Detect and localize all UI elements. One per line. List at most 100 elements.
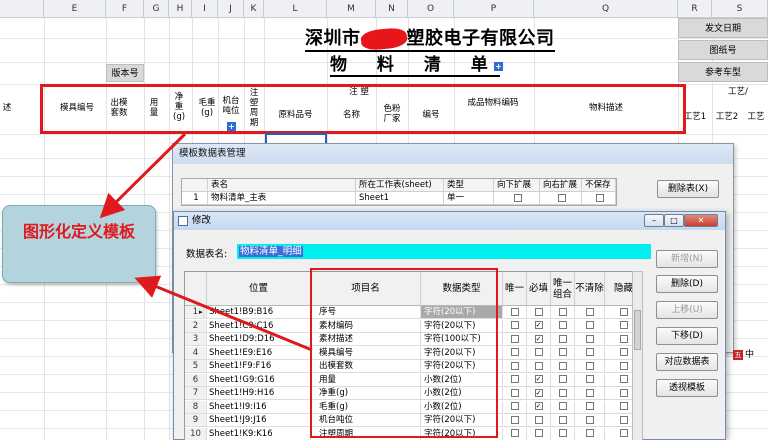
row-checkbox[interactable] bbox=[585, 307, 594, 316]
column-header-m[interactable]: M bbox=[327, 0, 376, 18]
col-no-clear[interactable]: 不清除 bbox=[575, 272, 605, 306]
row-checkbox[interactable] bbox=[510, 375, 519, 383]
row-checkbox[interactable] bbox=[510, 334, 519, 343]
row-checkbox[interactable] bbox=[558, 375, 567, 383]
row-checkbox[interactable] bbox=[619, 375, 628, 383]
row-checkbox[interactable] bbox=[619, 348, 628, 356]
col-required[interactable]: 必填 bbox=[527, 272, 551, 306]
row-checkbox[interactable] bbox=[585, 375, 594, 383]
row-checkbox[interactable] bbox=[534, 361, 543, 370]
row-checkbox[interactable] bbox=[558, 348, 567, 356]
grid-scrollbar[interactable] bbox=[632, 271, 643, 440]
row-checkbox[interactable] bbox=[558, 361, 567, 370]
row-checkbox[interactable] bbox=[585, 361, 594, 370]
column-header-r[interactable]: R bbox=[678, 0, 712, 18]
row-checkbox[interactable] bbox=[585, 348, 594, 356]
row-checkbox[interactable] bbox=[619, 361, 628, 370]
column-header-l[interactable]: L bbox=[264, 0, 327, 18]
col-table-name[interactable]: 表名 bbox=[208, 179, 356, 191]
row-checkbox[interactable] bbox=[585, 321, 594, 329]
row-checkbox[interactable] bbox=[558, 415, 567, 424]
row-checkbox[interactable] bbox=[534, 307, 543, 316]
table-row[interactable]: 1 物料清单_主表 Sheet1 单一 bbox=[182, 192, 616, 205]
row-checkbox[interactable]: ✓ bbox=[534, 375, 543, 383]
template-window-title[interactable]: 模板数据表管理 bbox=[173, 144, 733, 164]
row-checkbox[interactable]: ✓ bbox=[534, 402, 543, 410]
col-expand-down[interactable]: 向下扩展 bbox=[494, 179, 540, 191]
column-header-p[interactable]: P bbox=[454, 0, 534, 18]
edit-window-titlebar[interactable]: 修改 – □ ✕ bbox=[174, 212, 725, 230]
col-sheet[interactable]: 所在工作表(sheet) bbox=[356, 179, 444, 191]
row-checkbox[interactable]: ✓ bbox=[534, 334, 543, 343]
row-checkbox[interactable] bbox=[619, 402, 628, 410]
map-dataset-button[interactable]: 对应数据表 bbox=[656, 353, 718, 371]
column-header-blank[interactable] bbox=[0, 0, 44, 18]
maximize-icon[interactable]: □ bbox=[664, 214, 684, 227]
row-checkbox[interactable] bbox=[510, 361, 519, 370]
col-no-save[interactable]: 不保存 bbox=[582, 179, 616, 191]
row-checkbox[interactable] bbox=[558, 402, 567, 410]
row-checkbox[interactable] bbox=[585, 429, 594, 437]
scrollbar-thumb[interactable] bbox=[634, 310, 641, 350]
row-checkbox[interactable] bbox=[585, 402, 594, 410]
cell-checkbox-wrap bbox=[575, 333, 605, 345]
dataset-name-input[interactable]: 物料清单_明细 bbox=[237, 244, 651, 259]
expand-right-checkbox[interactable] bbox=[558, 193, 566, 202]
row-checkbox[interactable] bbox=[510, 348, 519, 356]
row-checkbox[interactable] bbox=[510, 429, 519, 437]
row-checkbox[interactable] bbox=[534, 415, 543, 424]
row-checkbox[interactable] bbox=[534, 348, 543, 356]
column-header-g[interactable]: G bbox=[144, 0, 169, 18]
col-position[interactable]: 位置 bbox=[207, 272, 311, 306]
move-down-button[interactable]: 下移(D) bbox=[656, 327, 718, 345]
row-checkbox[interactable] bbox=[510, 402, 519, 410]
pivot-template-button[interactable]: 透视模板 bbox=[656, 379, 718, 397]
minimize-icon[interactable]: – bbox=[644, 214, 664, 227]
delete-table-button[interactable]: 删除表(X) bbox=[657, 180, 719, 198]
column-header-n[interactable]: N bbox=[376, 0, 408, 18]
ime-indicator[interactable]: 五中 bbox=[733, 349, 768, 362]
col-unique[interactable]: 唯一 bbox=[503, 272, 527, 306]
col-unique-combo[interactable]: 唯一组合 bbox=[551, 272, 575, 306]
row-checkbox[interactable] bbox=[558, 307, 567, 316]
column-header-q[interactable]: Q bbox=[534, 0, 678, 18]
row-checkbox[interactable]: ✓ bbox=[534, 321, 543, 329]
move-up-button[interactable]: 上移(U) bbox=[656, 301, 718, 319]
column-header-f[interactable]: F bbox=[106, 0, 144, 18]
row-checkbox[interactable] bbox=[558, 388, 567, 397]
close-icon[interactable]: ✕ bbox=[684, 214, 718, 227]
add-button[interactable]: 新增(N) bbox=[656, 250, 718, 268]
row-checkbox[interactable] bbox=[510, 415, 519, 424]
row-checkbox[interactable] bbox=[510, 321, 519, 329]
row-checkbox[interactable] bbox=[585, 415, 594, 424]
row-checkbox[interactable] bbox=[558, 321, 567, 329]
no-save-checkbox[interactable] bbox=[596, 193, 604, 202]
column-header-s[interactable]: S bbox=[712, 0, 768, 18]
row-checkbox[interactable] bbox=[619, 388, 628, 397]
row-checkbox[interactable] bbox=[585, 388, 594, 397]
column-header-k[interactable]: K bbox=[244, 0, 264, 18]
row-checkbox[interactable] bbox=[619, 334, 628, 343]
delete-row-button[interactable]: 删除(D) bbox=[656, 275, 718, 293]
column-header-j[interactable]: J bbox=[218, 0, 244, 18]
row-checkbox[interactable] bbox=[558, 429, 567, 437]
row-checkbox[interactable] bbox=[619, 307, 628, 316]
row-checkbox[interactable] bbox=[619, 321, 628, 329]
plus-icon[interactable]: + bbox=[494, 62, 503, 71]
row-checkbox[interactable] bbox=[619, 429, 628, 437]
column-header-e[interactable]: E bbox=[44, 0, 106, 18]
row-checkbox[interactable] bbox=[534, 429, 543, 437]
row-checkbox[interactable]: ✓ bbox=[534, 388, 543, 397]
col-type[interactable]: 类型 bbox=[444, 179, 494, 191]
row-checkbox[interactable] bbox=[619, 415, 628, 424]
column-header-i[interactable]: I bbox=[192, 0, 218, 18]
row-checkbox[interactable] bbox=[510, 388, 519, 397]
col-expand-right[interactable]: 向右扩展 bbox=[540, 179, 582, 191]
row-checkbox[interactable] bbox=[585, 334, 594, 343]
column-header-o[interactable]: O bbox=[408, 0, 454, 18]
row-checkbox[interactable] bbox=[510, 307, 519, 316]
column-header-h[interactable]: H bbox=[169, 0, 192, 18]
row-checkbox[interactable] bbox=[558, 334, 567, 343]
expand-down-checkbox[interactable] bbox=[514, 193, 522, 202]
row-number: 10 bbox=[185, 427, 207, 440]
